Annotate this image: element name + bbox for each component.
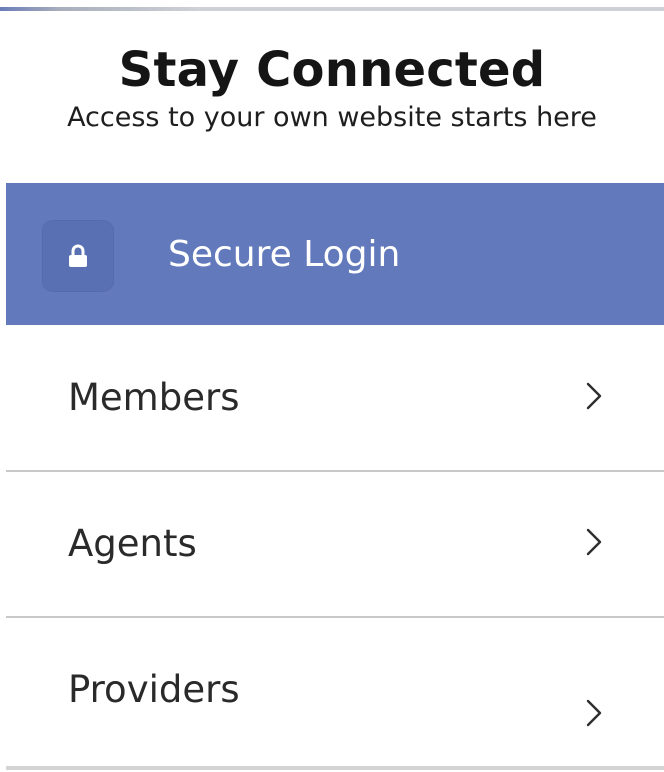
page-subtitle: Access to your own website starts here	[67, 102, 597, 133]
panel-header: Stay Connected Access to your own websit…	[0, 40, 664, 136]
lock-icon	[69, 244, 87, 267]
chevron-right-icon	[586, 528, 602, 556]
menu-item-label: Members	[68, 376, 240, 419]
chevron-right-icon	[586, 699, 602, 727]
menu-item-providers[interactable]: Providers	[6, 618, 664, 766]
stay-connected-panel: Stay Connected Access to your own websit…	[0, 0, 664, 772]
bottom-divider	[6, 766, 664, 770]
top-divider	[0, 7, 664, 11]
secure-login-label: Secure Login	[168, 234, 401, 275]
menu-item-label: Agents	[68, 522, 197, 565]
lock-icon-badge	[42, 220, 114, 292]
menu-item-agents[interactable]: Agents	[6, 472, 664, 618]
secure-login-button[interactable]: Secure Login	[6, 183, 664, 325]
menu-item-members[interactable]: Members	[6, 326, 664, 472]
menu-item-label: Providers	[68, 668, 240, 711]
page-title: Stay Connected	[118, 42, 546, 98]
chevron-right-icon	[586, 382, 602, 410]
